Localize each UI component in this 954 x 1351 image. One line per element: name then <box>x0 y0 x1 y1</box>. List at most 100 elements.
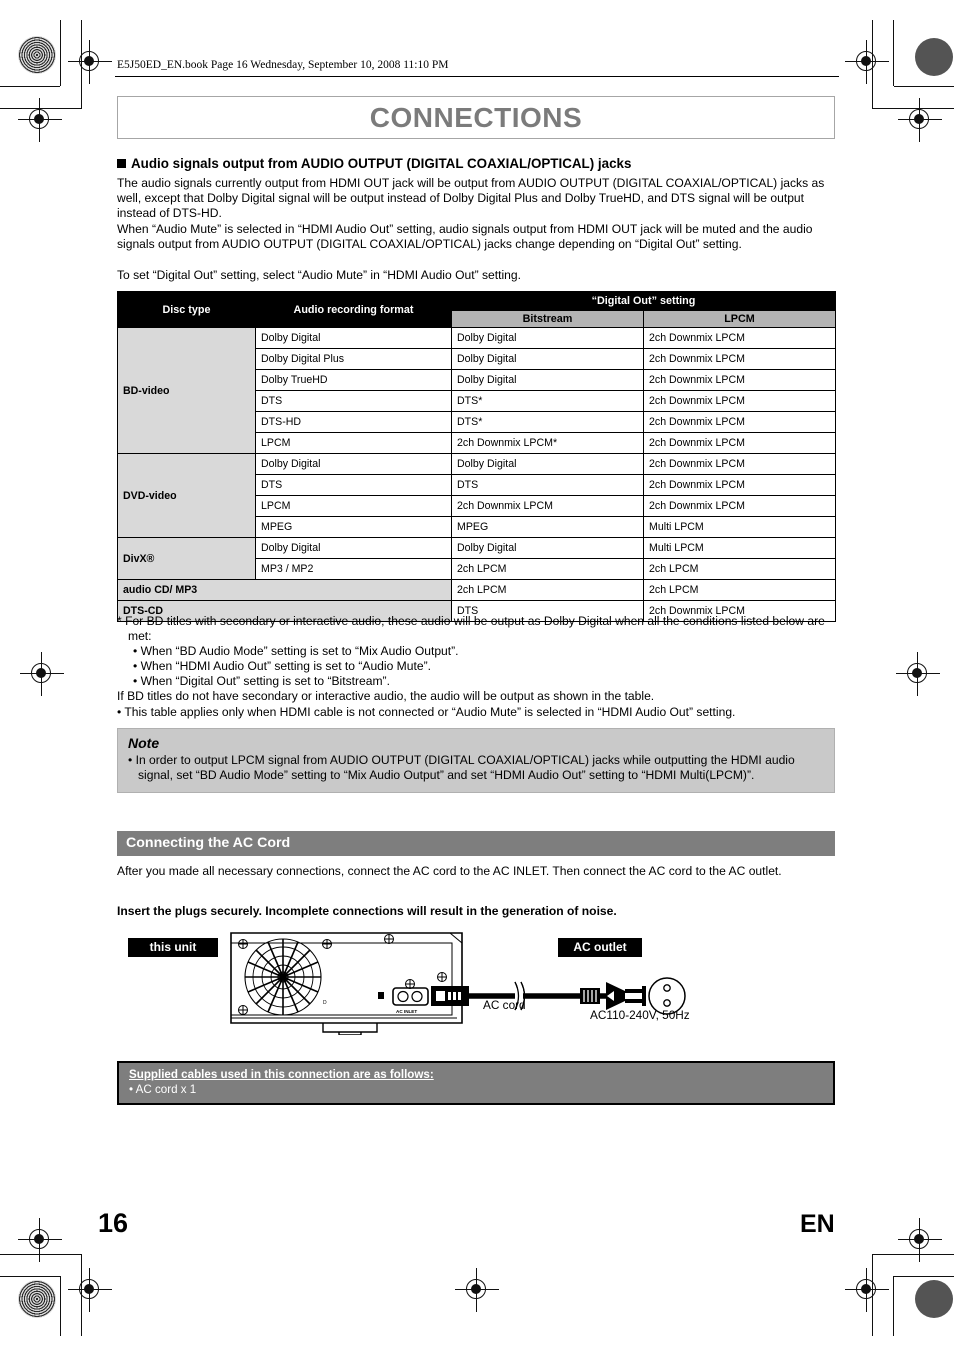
cell-lpcm: 2ch Downmix LPCM <box>643 495 836 517</box>
cell-disc-type: DVD-video <box>117 453 256 538</box>
crop-mark-bottom-left-h2 <box>0 1254 82 1256</box>
cell-format: DTS-HD <box>255 411 452 433</box>
footnote-last-bullet: • This table applies only when HDMI cabl… <box>117 704 736 719</box>
cell-lpcm: 2ch Downmix LPCM <box>643 369 836 391</box>
label-ac-cord: AC cord <box>483 998 526 1012</box>
header-rule <box>115 76 839 77</box>
cell-format: Dolby Digital <box>255 453 452 475</box>
cell-format: MPEG <box>255 516 452 538</box>
cell-lpcm: 2ch Downmix LPCM <box>643 432 836 454</box>
th-disc-type: Disc type <box>117 291 256 328</box>
cell-format: LPCM <box>255 495 452 517</box>
th-bitstream: Bitstream <box>451 310 644 328</box>
crop-mark-top-left-v <box>60 20 62 86</box>
table-row: BD-video Dolby Digital Dolby Digital 2ch… <box>117 327 836 454</box>
crop-mark-top-right-h <box>894 86 954 88</box>
cell-bitstream: 2ch LPCM <box>451 579 644 601</box>
cell-lpcm: 2ch Downmix LPCM <box>643 348 836 370</box>
footnote-bullet: • When “HDMI Audio Out” setting is set t… <box>133 659 431 674</box>
registration-target-mid-right <box>896 652 940 696</box>
registration-target-bottom-left <box>18 1218 62 1262</box>
table-header-row-1: Disc type Audio recording format “Digita… <box>117 291 836 328</box>
cell-lpcm: 2ch Downmix LPCM <box>643 474 836 496</box>
halftone-mark-bottom-left <box>18 1280 56 1318</box>
cell-bitstream: 2ch Downmix LPCM <box>451 495 644 517</box>
book-header-line: E5J50ED_EN.book Page 16 Wednesday, Septe… <box>117 59 449 71</box>
cell-bitstream: Dolby Digital <box>451 537 644 559</box>
crop-mark-bottom-right-h2 <box>872 1254 954 1256</box>
crop-mark-top-left-h <box>0 86 60 88</box>
note-box: Note • In order to output LPCM signal fr… <box>117 728 835 794</box>
cell-bitstream: DTS* <box>451 390 644 412</box>
label-voltage: AC110-240V, 50Hz <box>590 1008 690 1022</box>
registration-target-bottom-left-outer <box>68 1268 112 1312</box>
cell-bitstream: DTS <box>451 474 644 496</box>
cord-connector-plug <box>431 986 469 1006</box>
crop-mark-bottom-right-h <box>894 1276 954 1278</box>
table-row: audio CD/ MP3 2ch LPCM 2ch LPCM <box>117 579 836 601</box>
footnote-asterisk: * For BD titles with secondary or intera… <box>117 614 825 644</box>
crop-mark-top-left-v2 <box>81 20 83 108</box>
digital-out-settings-table: Disc type Audio recording format “Digita… <box>117 291 836 622</box>
registration-target-top-left <box>68 40 112 84</box>
cell-format: Dolby Digital <box>255 537 452 559</box>
cell-format: MP3 / MP2 <box>255 558 452 580</box>
chapter-title-box: CONNECTIONS <box>117 96 835 139</box>
ac-cord-paragraph: After you made all necessary connections… <box>117 864 782 878</box>
registration-target-bottom-right <box>898 1218 942 1262</box>
registration-target-bottom-right-outer <box>845 1268 889 1312</box>
footnote-bullet: • When “BD Audio Mode” setting is set to… <box>133 644 459 659</box>
cell-bitstream: 2ch Downmix LPCM* <box>451 432 644 454</box>
cell-format: LPCM <box>255 432 452 454</box>
section-heading-text: Audio signals output from AUDIO OUTPUT (… <box>131 156 632 171</box>
th-digital-out-setting: “Digital Out” setting <box>451 291 836 311</box>
section-paragraph-3: To set “Digital Out” setting, select “Au… <box>117 268 521 282</box>
square-bullet-icon <box>117 159 126 168</box>
crop-mark-top-right-v2 <box>872 20 874 108</box>
cell-disc-type: DivX® <box>117 537 256 580</box>
cell-bitstream: Dolby Digital <box>451 327 644 349</box>
cell-disc-type: BD-video <box>117 327 256 454</box>
supplied-cables-item: • AC cord x 1 <box>129 1083 197 1096</box>
table-row: DivX® Dolby Digital Dolby Digital Multi … <box>117 537 836 580</box>
registration-target-bottom-center <box>455 1268 499 1312</box>
crop-mark-top-right-v <box>893 20 895 86</box>
note-item: • In order to output LPCM signal from AU… <box>128 753 795 783</box>
section-heading: Audio signals output from AUDIO OUTPUT (… <box>117 156 839 172</box>
table-footnotes: * For BD titles with secondary or intera… <box>117 614 839 720</box>
th-lpcm: LPCM <box>643 310 836 328</box>
language-code: EN <box>800 1210 835 1238</box>
halftone-mark-top-right <box>915 38 953 76</box>
chapter-title: CONNECTIONS <box>369 101 583 133</box>
supplied-cables-title: Supplied cables used in this connection … <box>129 1068 434 1081</box>
th-audio-recording-format: Audio recording format <box>255 291 452 328</box>
cell-lpcm: 2ch LPCM <box>643 579 836 601</box>
crop-mark-bottom-right-v <box>893 1276 895 1336</box>
table-row: DVD-video Dolby Digital Dolby Digital 2c… <box>117 453 836 538</box>
section-paragraph-2: When “Audio Mute” is selected in “HDMI A… <box>117 222 813 252</box>
supplied-cables-box: Supplied cables used in this connection … <box>117 1061 835 1105</box>
registration-target-top-right-inner <box>898 98 942 142</box>
svg-text:D: D <box>323 1000 327 1006</box>
ac-cord-bold-line: Insert the plugs securely. Incomplete co… <box>117 904 617 918</box>
ac-inlet-label: AC INLET <box>396 1009 417 1014</box>
cell-lpcm: 2ch Downmix LPCM <box>643 453 836 475</box>
crop-mark-bottom-left-v <box>60 1276 62 1336</box>
diagram-artwork: D AC INLET <box>230 932 686 1035</box>
registration-target-top-right <box>845 40 889 84</box>
cell-disc-type-wide: audio CD/ MP3 <box>117 579 452 601</box>
page-number: 16 <box>98 1208 129 1238</box>
cell-format: Dolby Digital <box>255 327 452 349</box>
cell-bitstream: Dolby Digital <box>451 453 644 475</box>
cell-format: Dolby TrueHD <box>255 369 452 391</box>
registration-target-top-left-inner <box>18 98 62 142</box>
wall-plug-icon <box>580 982 646 1010</box>
cell-format: Dolby Digital Plus <box>255 348 452 370</box>
ac-inlet-socket: AC INLET <box>378 987 429 1014</box>
footnote-line-after: If BD titles do not have secondary or in… <box>117 689 655 704</box>
cell-lpcm: Multi LPCM <box>643 537 836 559</box>
crop-mark-top-left-h2 <box>0 108 82 110</box>
cell-lpcm: 2ch LPCM <box>643 558 836 580</box>
registration-target-mid-left <box>20 652 64 696</box>
ac-cord-section-bar: Connecting the AC Cord <box>117 831 835 856</box>
